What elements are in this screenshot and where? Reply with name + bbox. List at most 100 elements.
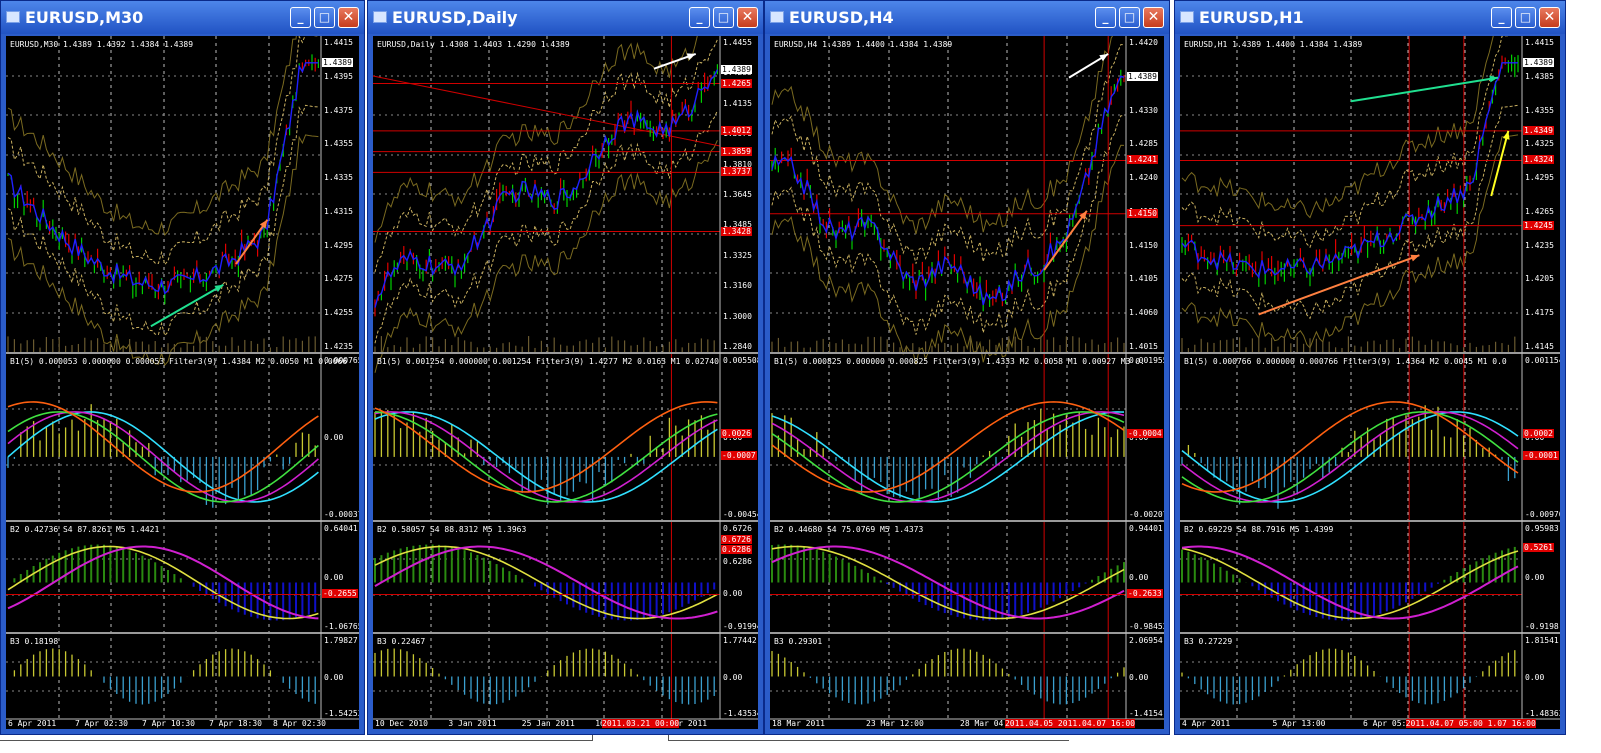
chart-canvas <box>373 36 758 720</box>
b2-scale-label: -0.9198 <box>1525 622 1559 631</box>
title-bar[interactable]: EURUSD,H4 _ □ ✕ <box>765 1 1169 34</box>
b3-scale-label: -1.4154 <box>1129 709 1163 718</box>
b1-scale-label: -0.00454 <box>723 510 758 519</box>
pane-separator <box>770 352 1164 354</box>
price-scale-label: 1.4150 <box>1129 240 1158 250</box>
chart-info: EURUSD,H1 1.4389 1.4400 1.4384 1.4389 <box>1184 40 1363 49</box>
chart-info: EURUSD,Daily 1.4308 1.4403 1.4290 1.4389 <box>377 40 570 49</box>
b2-signal-line <box>7 545 319 620</box>
bollinger-band <box>7 36 297 236</box>
price-scale-label: 1.4295 <box>324 240 353 250</box>
price-scale-label: 1.4325 <box>1525 139 1554 149</box>
b2-scale-label: 0.95983 <box>1525 524 1559 533</box>
chart-window-1[interactable]: EURUSD,Daily _ □ ✕ EURUSD,Daily 1.4308 1.440… <box>367 0 764 735</box>
price-scale-label: 1.4315 <box>324 206 353 216</box>
chart-window-icon <box>6 11 20 23</box>
annotation-arrow <box>1350 76 1499 103</box>
maximize-button[interactable]: □ <box>314 7 335 28</box>
strip-border-right <box>668 735 1069 741</box>
price-scale-label: 1.4275 <box>324 274 353 284</box>
b2-level-tag: 0.6726 <box>721 534 752 544</box>
b1-oscillator-line <box>7 411 319 503</box>
chart-area[interactable]: EURUSD,H4 1.4389 1.4400 1.4384 1.4389 B1(… <box>770 36 1164 729</box>
title-bar[interactable]: EURUSD,H1 _ □ ✕ <box>1175 1 1565 34</box>
b3-info: B3 0.27229 <box>1184 637 1233 646</box>
b2-scale-label: 0.00 <box>723 589 743 599</box>
b2-scale-label: 0.94401 <box>1129 524 1163 533</box>
b2-scale-label: 0.00 <box>1129 573 1149 582</box>
time-axis-label: 6 Apr 2011 <box>8 719 57 728</box>
chart-area[interactable]: EURUSD,M30 1.4389 1.4392 1.4384 1.4389 B1… <box>6 36 359 729</box>
moving-average-line <box>1181 62 1518 279</box>
b1-oscillator-line <box>7 411 319 503</box>
close-button[interactable]: ✕ <box>1539 7 1560 28</box>
b2-info: B2 0.42736 S4 87.8261 M5 1.4421 <box>10 525 160 534</box>
chart-info: EURUSD,M30 1.4389 1.4392 1.4384 1.4389 <box>10 40 194 49</box>
chart-area[interactable]: EURUSD,H1 1.4389 1.4400 1.4384 1.4389 B1(… <box>1180 36 1560 729</box>
maximize-button[interactable]: □ <box>1119 7 1140 28</box>
time-axis-label: 3 Jan 2011 <box>448 719 497 728</box>
price-scale-label: 1.4235 <box>324 342 353 351</box>
chart-area[interactable]: EURUSD,Daily 1.4308 1.4403 1.4290 1.4389… <box>373 36 758 729</box>
price-scale-label: 1.4455 <box>723 38 752 47</box>
price-scale-label: 1.4145 <box>1525 342 1554 351</box>
b3-scale-label: -1.43534 <box>723 709 758 718</box>
b2-level-tag: 0.6286 <box>721 544 752 554</box>
title-bar[interactable]: EURUSD,Daily _ □ ✕ <box>368 1 763 34</box>
maximize-button[interactable]: □ <box>1515 7 1536 28</box>
close-button[interactable]: ✕ <box>1143 7 1164 28</box>
pane-separator <box>373 352 758 354</box>
chart-window-icon <box>770 11 784 23</box>
price-scale-label: 1.4235 <box>1525 240 1554 250</box>
chart-window-2[interactable]: EURUSD,H4 _ □ ✕ EURUSD,H4 1.4389 1.4400 1.43… <box>764 0 1170 735</box>
b3-scale-label: -1.48363 <box>1525 709 1560 718</box>
minimize-button[interactable]: _ <box>290 7 311 28</box>
time-axis-label: 10 Dec 2010 <box>375 719 428 728</box>
time-highlight-label: 2011.03.21 00:00 <box>602 719 680 728</box>
time-highlight-label: 2011.04.07 05:00 1.07 16:00 <box>1405 719 1536 728</box>
b1-level-tag: 0.0026 <box>721 428 752 438</box>
close-button[interactable]: ✕ <box>737 7 758 28</box>
maximize-button[interactable]: □ <box>713 7 734 28</box>
level-price-tag: 1.4265 <box>721 78 752 88</box>
title-bar[interactable]: EURUSD,M30 _ □ ✕ <box>1 1 364 34</box>
minimize-button[interactable]: _ <box>1491 7 1512 28</box>
minimize-button[interactable]: _ <box>1095 7 1116 28</box>
bollinger-band <box>1181 36 1511 249</box>
time-axis-label: 25 Jan 2011 <box>521 719 575 728</box>
pane-separator <box>6 632 359 634</box>
chart-window-icon <box>1180 11 1194 23</box>
pane-separator <box>1180 520 1560 522</box>
b2-info: B2 0.58057 S4 88.8312 M5 1.3963 <box>377 525 527 534</box>
b1-scale-label: 0.001955 <box>1129 356 1164 365</box>
b1-scale-label: 0.005508 <box>723 356 758 365</box>
current-price-tag: 1.4389 <box>322 57 353 67</box>
close-button[interactable]: ✕ <box>338 7 359 28</box>
b1-info: B1(5) 0.000766 0.000000 0.000766 Filter3… <box>1184 357 1507 366</box>
price-scale-label: 1.4295 <box>1525 173 1554 183</box>
b2-scale-label: 0.00 <box>324 573 344 582</box>
price-scale-label: 1.4335 <box>324 173 353 183</box>
b1-scale-label: 0.000765 <box>324 356 359 365</box>
b1-oscillator-line <box>7 411 319 503</box>
level-price-tag: 1.4324 <box>1523 155 1554 165</box>
price-scale-label: 1.4395 <box>324 71 353 81</box>
b3-info: B3 0.22467 <box>377 637 426 646</box>
b1-level-tag: -0.0001 <box>1523 450 1559 460</box>
time-axis-label: 4 Apr 2011 <box>1182 719 1231 728</box>
price-scale-label: 1.4355 <box>324 139 353 149</box>
chart-window-3[interactable]: EURUSD,H1 _ □ ✕ EURUSD,H1 1.4389 1.4400 1.43… <box>1174 0 1566 735</box>
window-title: EURUSD,M30 <box>25 8 144 27</box>
b2-info: B2 0.44680 S4 75.0769 M5 1.4373 <box>774 525 924 534</box>
level-price-tag: 1.4012 <box>721 125 752 135</box>
b3-scale-label: 0.00 <box>1525 672 1545 682</box>
price-scale-label: 1.3645 <box>723 190 752 199</box>
window-title: EURUSD,H1 <box>1199 8 1304 27</box>
price-scale-label: 1.3160 <box>723 281 752 291</box>
minimize-button[interactable]: _ <box>689 7 710 28</box>
b3-scale-label: 0.00 <box>723 672 743 682</box>
price-scale-label: 1.4420 <box>1129 38 1158 47</box>
chart-window-0[interactable]: EURUSD,M30 _ □ ✕ EURUSD,M30 1.4389 1.4392 1.… <box>0 0 365 735</box>
b3-scale-label: 1.79827 <box>324 636 358 645</box>
bollinger-band <box>374 36 698 243</box>
